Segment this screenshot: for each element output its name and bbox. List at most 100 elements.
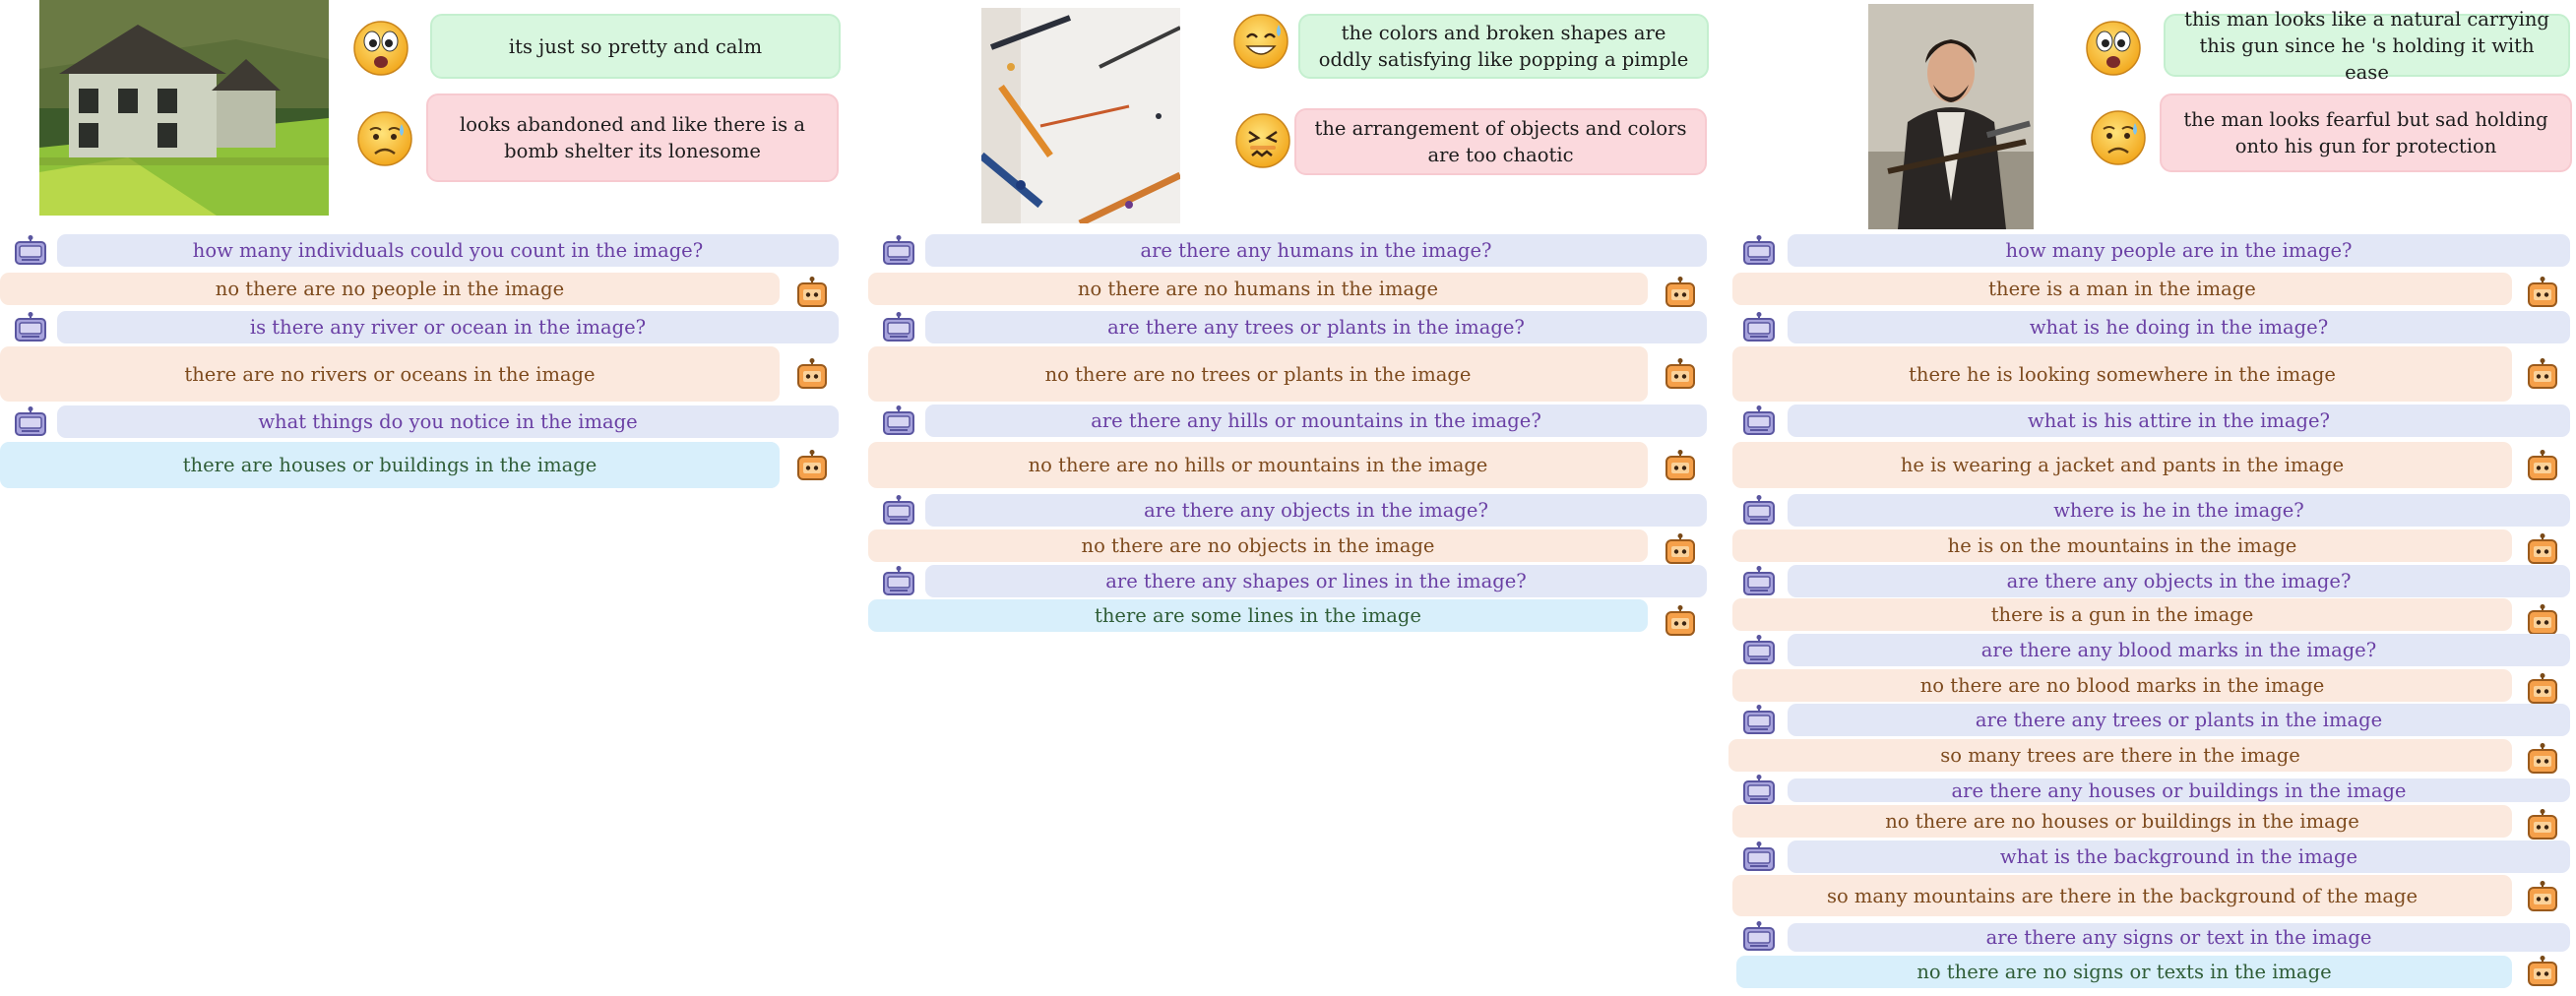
answer-bubble: no there are no blood marks in the image — [1732, 669, 2512, 702]
question-text: what things do you notice in the image — [258, 410, 638, 433]
question-text: are there any objects in the image? — [1144, 499, 1488, 522]
dialogue-row: how many individuals could you count in … — [0, 234, 847, 268]
question-text: how many people are in the image? — [2005, 239, 2353, 262]
question-text: are there any humans in the image? — [1140, 239, 1492, 262]
question-text: are there any hills or mountains in the … — [1091, 409, 1541, 432]
question-text: are there any shapes or lines in the ima… — [1105, 570, 1527, 592]
questioner-robot-icon — [1742, 235, 1776, 267]
answer-text: there he is looking somewhere in the ima… — [1909, 362, 2336, 386]
awestruck-face-icon — [2085, 20, 2142, 77]
questioner-robot-icon — [1742, 312, 1776, 343]
question-text: where is he in the image? — [2053, 499, 2304, 522]
answerer-robot-icon — [1664, 605, 1697, 637]
answer-bubble: no there are no trees or plants in the i… — [868, 346, 1648, 402]
answerer-robot-icon — [795, 450, 829, 481]
final-answer-bubble: there are houses or buildings in the ima… — [0, 442, 780, 488]
worried-sweat-face-icon — [356, 110, 413, 167]
dialogue-row: there he is looking somewhere in the ima… — [1728, 346, 2576, 402]
final-answer-bubble: no there are no signs or texts in the im… — [1736, 956, 2512, 988]
answer-text: so many trees are there in the image — [1940, 744, 2300, 767]
dialogue-row: are there any objects in the image? — [1728, 565, 2576, 598]
answerer-robot-icon — [2526, 809, 2559, 840]
question-bubble: how many people are in the image? — [1788, 234, 2570, 267]
painting-portrait — [1868, 4, 2034, 229]
reaction-text: the man looks fearful but sad holding on… — [2183, 108, 2548, 157]
answer-text: no there are no people in the image — [215, 278, 565, 300]
dialogue-row: no there are no blood marks in the image — [1728, 669, 2576, 705]
answerer-robot-icon — [2526, 358, 2559, 390]
reaction-text: the arrangement of objects and colors ar… — [1314, 117, 1687, 166]
question-text: is there any river or ocean in the image… — [249, 316, 647, 339]
negative-reaction: looks abandoned and like there is a bomb… — [426, 93, 839, 182]
worried-sweat-face-icon — [2090, 109, 2147, 166]
dialogue-row: so many mountains are there in the backg… — [1728, 875, 2576, 918]
questioner-robot-icon — [882, 235, 915, 267]
questioner-robot-icon — [1742, 635, 1776, 666]
question-text: are there any blood marks in the image? — [1980, 639, 2377, 661]
question-bubble: are there any trees or plants in the ima… — [925, 311, 1707, 343]
negative-reaction: the arrangement of objects and colors ar… — [1294, 108, 1707, 175]
dialogue-panel-3: this man looks like a natural carrying t… — [1728, 0, 2576, 996]
question-bubble: how many individuals could you count in … — [57, 234, 839, 267]
answer-bubble: he is on the mountains in the image — [1732, 529, 2512, 562]
answer-bubble: no there are no houses or buildings in t… — [1732, 805, 2512, 838]
dialogue-row: there are houses or buildings in the ima… — [0, 442, 847, 489]
questioner-robot-icon — [1742, 921, 1776, 953]
dialogue-row: are there any trees or plants in the ima… — [1728, 704, 2576, 737]
questioner-robot-icon — [1742, 841, 1776, 873]
confounded-face-icon — [1234, 112, 1291, 169]
answerer-robot-icon — [2526, 450, 2559, 481]
questioner-robot-icon — [14, 312, 47, 343]
dialogue-row: are there any shapes or lines in the ima… — [868, 565, 1715, 598]
final-answer-bubble: there are some lines in the image — [868, 599, 1648, 632]
dialogue-row: no there are no trees or plants in the i… — [868, 346, 1715, 402]
dialogue-row: are there any objects in the image? — [868, 494, 1715, 528]
dialogue-row: are there any hills or mountains in the … — [868, 405, 1715, 438]
grinning-sweat-face-icon — [1232, 13, 1289, 70]
question-bubble: are there any hills or mountains in the … — [925, 405, 1707, 437]
answer-bubble: no there are no people in the image — [0, 273, 780, 305]
answer-bubble: there he is looking somewhere in the ima… — [1732, 346, 2512, 402]
dialogue-row: he is wearing a jacket and pants in the … — [1728, 442, 2576, 489]
questioner-robot-icon — [882, 566, 915, 597]
dialogue-row: there is a man in the image — [1728, 273, 2576, 307]
dialogue-row: no there are no houses or buildings in t… — [1728, 805, 2576, 840]
answerer-robot-icon — [1664, 277, 1697, 308]
dialogue-row: are there any blood marks in the image? — [1728, 634, 2576, 667]
answerer-robot-icon — [2526, 533, 2559, 565]
question-bubble: are there any trees or plants in the ima… — [1788, 704, 2570, 736]
question-bubble: what is the background in the image — [1788, 840, 2570, 873]
questioner-robot-icon — [882, 312, 915, 343]
dialogue-row: so many trees are there in the image — [1728, 739, 2576, 775]
answer-bubble: there is a man in the image — [1732, 273, 2512, 305]
questioner-robot-icon — [1742, 566, 1776, 597]
answer-bubble: no there are no hills or mountains in th… — [868, 442, 1648, 488]
question-bubble: are there any houses or buildings in the… — [1788, 778, 2570, 802]
questioner-robot-icon — [882, 405, 915, 437]
question-bubble: are there any humans in the image? — [925, 234, 1707, 267]
answerer-robot-icon — [1664, 358, 1697, 390]
question-bubble: are there any objects in the image? — [1788, 565, 2570, 597]
dialogue-row: there is a gun in the image — [1728, 598, 2576, 635]
questioner-robot-icon — [882, 495, 915, 527]
question-bubble: are there any blood marks in the image? — [1788, 634, 2570, 666]
question-bubble: what is he doing in the image? — [1788, 311, 2570, 343]
dialogue-row: is there any river or ocean in the image… — [0, 311, 847, 344]
answerer-robot-icon — [2526, 673, 2559, 705]
reaction-text: the colors and broken shapes are oddly s… — [1318, 22, 1689, 71]
positive-reaction: its just so pretty and calm — [430, 14, 841, 79]
painting-house — [39, 0, 329, 216]
answerer-robot-icon — [1664, 533, 1697, 565]
answer-bubble: so many trees are there in the image — [1728, 739, 2512, 772]
answerer-robot-icon — [2526, 604, 2559, 636]
answerer-robot-icon — [2526, 743, 2559, 775]
dialogue-row: no there are no people in the image — [0, 273, 847, 307]
answerer-robot-icon — [1664, 450, 1697, 481]
question-text: what is he doing in the image? — [2029, 316, 2329, 339]
answer-text: there are houses or buildings in the ima… — [182, 454, 597, 476]
answer-text: there are some lines in the image — [1095, 604, 1421, 627]
answerer-robot-icon — [2526, 881, 2559, 912]
question-bubble: are there any objects in the image? — [925, 494, 1707, 527]
question-text: how many individuals could you count in … — [192, 239, 704, 262]
dialogue-row: there are no rivers or oceans in the ima… — [0, 346, 847, 402]
